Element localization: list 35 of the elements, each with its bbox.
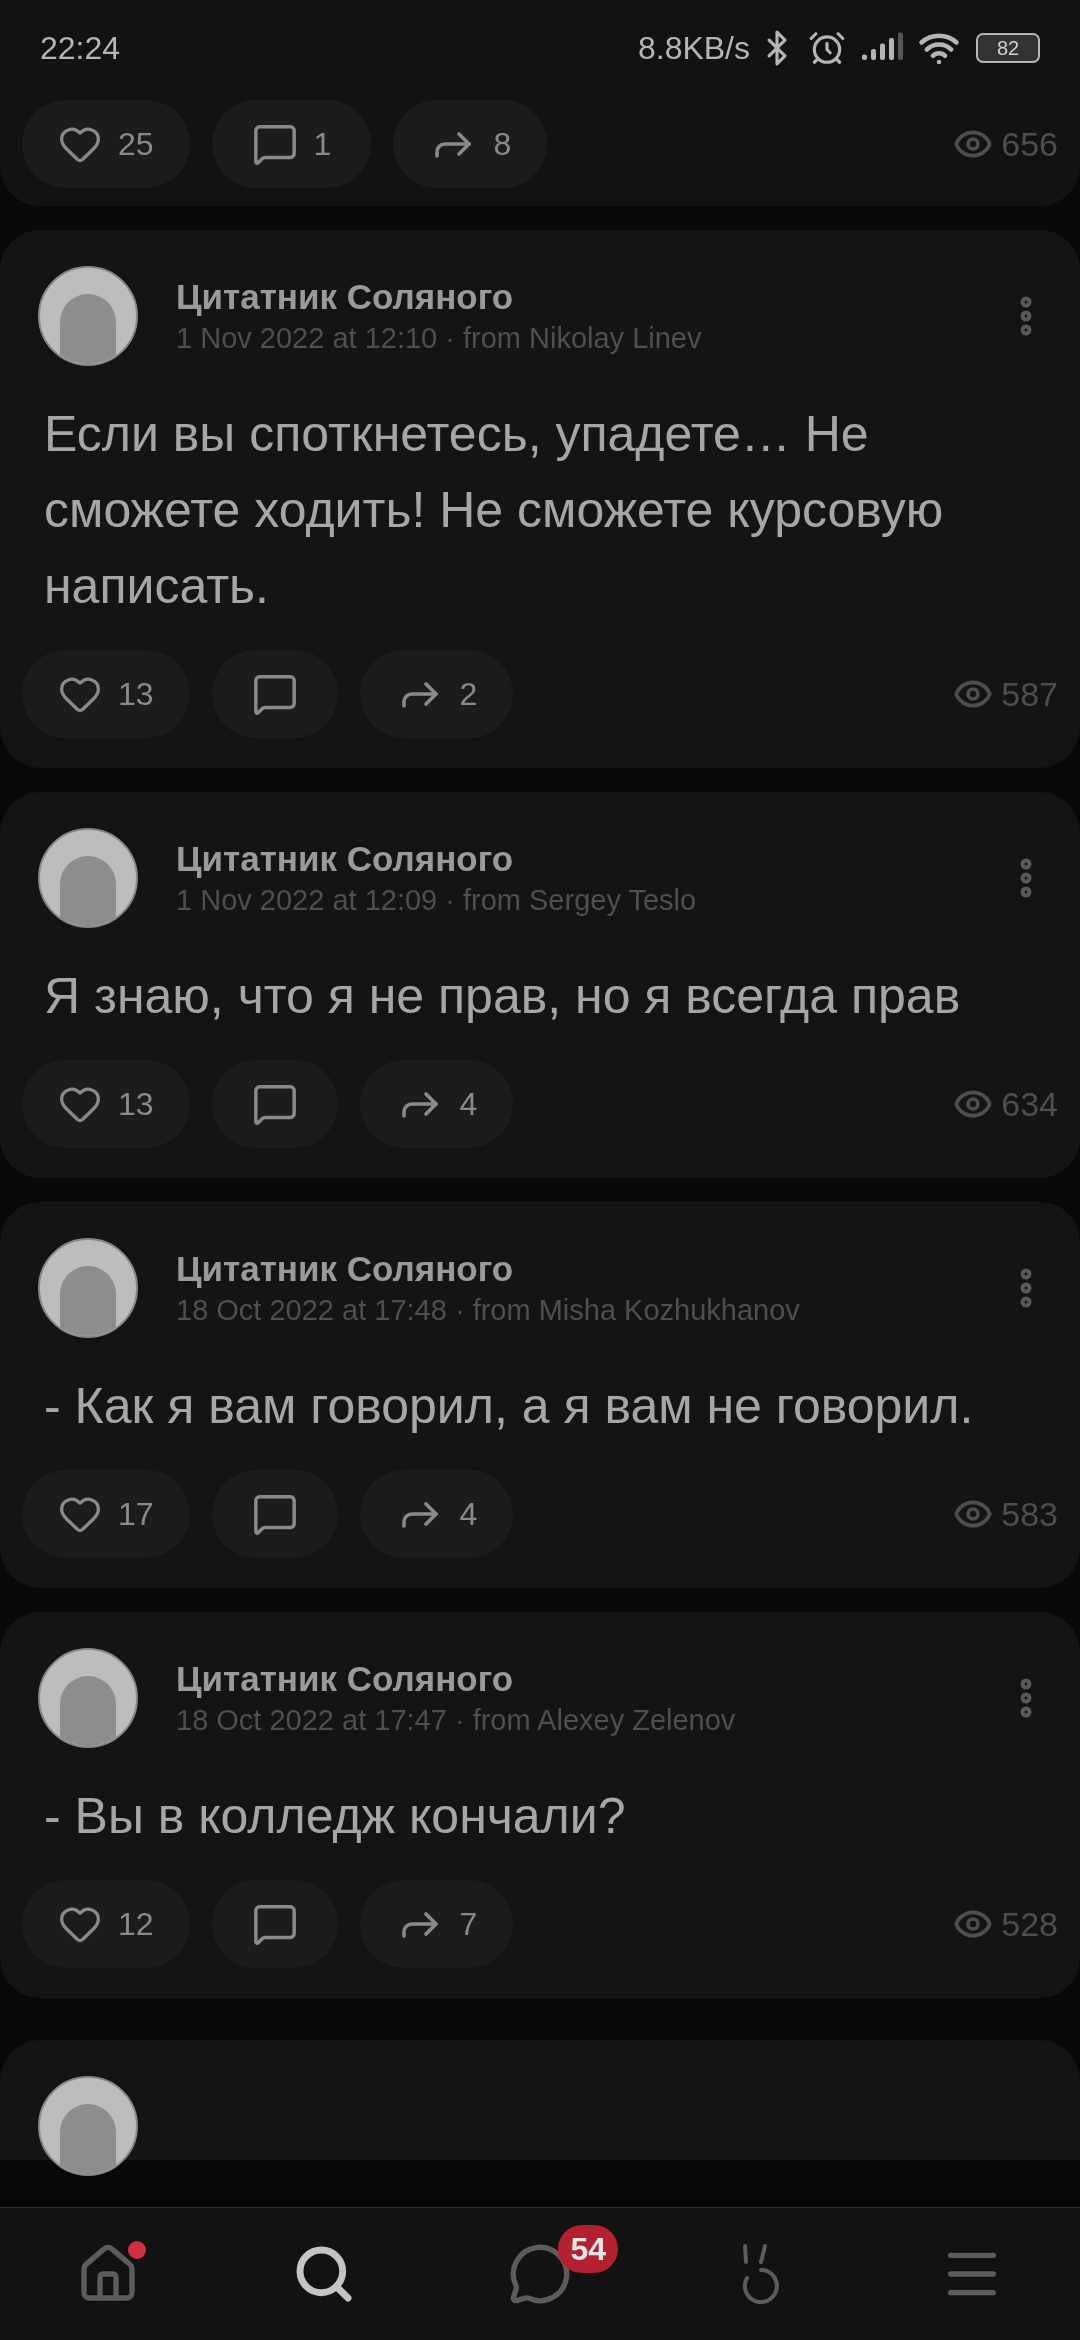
unread-badge: 54 xyxy=(558,2225,618,2273)
chat-icon xyxy=(508,2242,572,2306)
share-button[interactable]: 4 xyxy=(359,1060,514,1148)
alarm-icon xyxy=(808,29,846,67)
post-text: Если вы споткнетесь, упадете… Не сможете ходить! Не сможете курсовую написать. xyxy=(43,405,945,616)
author-name[interactable]: Цитатник Соляного xyxy=(176,275,1002,319)
network-speed: 8.8KB/s xyxy=(637,29,750,68)
post-meta: 18 Oct 2022 at 17:48 · from Misha Kozhukhanov xyxy=(176,1293,801,1328)
share-button[interactable]: 4 xyxy=(359,1470,514,1558)
post-text: Я знаю, что я не прав, но я всегда прав xyxy=(43,967,962,1026)
status-time: 22:24 xyxy=(40,29,121,68)
views-count: 587 xyxy=(1001,673,1058,715)
nav-tab[interactable]: 54 xyxy=(460,2219,620,2329)
like-button[interactable]: 13 xyxy=(22,650,190,738)
like-button[interactable]: 17 xyxy=(22,1470,190,1558)
post-meta: 1 Nov 2022 at 12:09 · from Sergey Teslo xyxy=(176,883,698,918)
like-button[interactable]: 12 xyxy=(22,1880,190,1968)
like-button[interactable]: 13 xyxy=(22,1060,190,1148)
views-count: 583 xyxy=(1001,1493,1058,1535)
author-name[interactable]: Цитатник Соляного xyxy=(176,1247,1002,1291)
post-text: - Вы в колледж кончали? xyxy=(43,1787,627,1846)
like-button[interactable]: 25 xyxy=(22,100,190,188)
views-count: 528 xyxy=(1001,1903,1058,1945)
views-count: 634 xyxy=(1001,1083,1058,1125)
post-meta: 18 Oct 2022 at 17:47 · from Alexey Zelenov xyxy=(176,1703,737,1738)
battery-icon: 82 xyxy=(976,33,1040,63)
author-name[interactable]: Цитатник Соляного xyxy=(176,1657,1002,1701)
author-name[interactable]: Цитатник Соляного xyxy=(176,837,1002,881)
post-meta: 1 Nov 2022 at 12:10 · from Nikolay Linev xyxy=(176,321,703,356)
share-button[interactable]: 7 xyxy=(359,1880,514,1968)
views-count: 656 xyxy=(1001,123,1058,165)
share-button[interactable]: 2 xyxy=(359,650,514,738)
comment-button[interactable]: 1 xyxy=(211,100,372,188)
post-text: - Как я вам говорил, а я вам не говорил. xyxy=(43,1377,975,1436)
share-button[interactable]: 8 xyxy=(393,100,548,188)
